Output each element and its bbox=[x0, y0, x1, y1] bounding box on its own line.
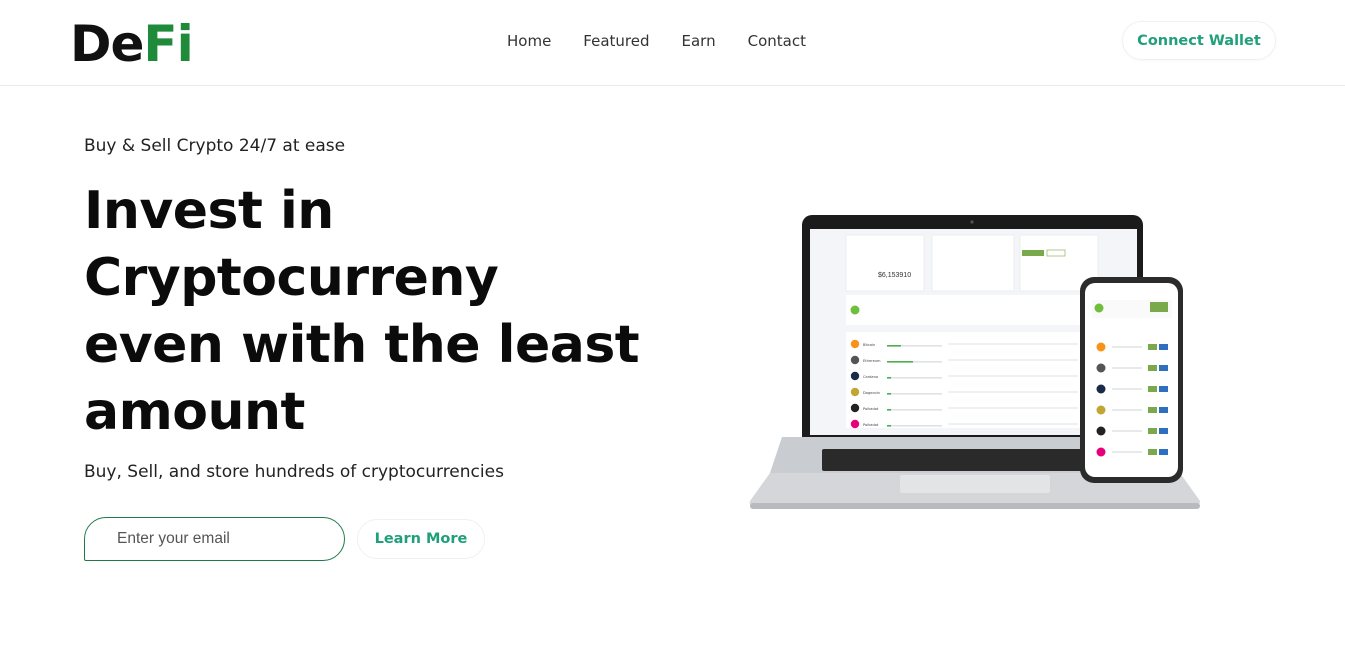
coin-icon bbox=[850, 355, 860, 365]
devices-illustration: $6,153910 Bitcoin Ethereum Cardano Dogecoin… bbox=[740, 205, 1210, 525]
coin-buy-button bbox=[1148, 344, 1157, 350]
site-header: DeFi Home Featured Earn Contact Connect … bbox=[0, 0, 1345, 86]
coin-bar-fill bbox=[887, 425, 891, 427]
logo[interactable]: DeFi bbox=[70, 14, 194, 74]
coin-sell-button bbox=[1159, 428, 1168, 434]
coin-row-data bbox=[1112, 451, 1142, 453]
coin-icon bbox=[850, 403, 860, 413]
coin-row-data bbox=[1112, 409, 1142, 411]
coin-bar-fill bbox=[887, 409, 891, 411]
logo-part-fi: Fi bbox=[143, 15, 193, 73]
coin-name: Cardano bbox=[863, 375, 878, 379]
coin-bar-track bbox=[887, 377, 942, 379]
coin-icon bbox=[1096, 384, 1106, 394]
coin-row-data bbox=[1112, 346, 1142, 348]
coin-row-data bbox=[948, 423, 1078, 425]
logo-part-de: De bbox=[70, 15, 144, 73]
coin-row-data bbox=[1112, 388, 1142, 390]
coin-name: Ethereum bbox=[863, 359, 881, 363]
coin-row-data bbox=[948, 375, 1078, 377]
coin-bar-fill bbox=[887, 345, 901, 347]
coin-icon bbox=[1096, 363, 1106, 373]
coin-icon bbox=[1096, 405, 1106, 415]
main-nav: Home Featured Earn Contact bbox=[507, 31, 838, 51]
coin-bar-track bbox=[887, 409, 942, 411]
coin-bar-track bbox=[887, 425, 942, 427]
coin-buy-button bbox=[1148, 407, 1157, 413]
coin-sell-button bbox=[1159, 344, 1168, 350]
coin-icon bbox=[1096, 426, 1106, 436]
coin-buy-button bbox=[1148, 449, 1157, 455]
coin-bar-fill bbox=[887, 393, 891, 395]
coin-icon bbox=[1096, 447, 1106, 457]
coin-sell-button bbox=[1159, 407, 1168, 413]
coin-buy-button bbox=[1148, 365, 1157, 371]
email-input[interactable] bbox=[84, 517, 345, 561]
connect-wallet-button[interactable]: Connect Wallet bbox=[1122, 21, 1276, 60]
coin-name: Bitcoin bbox=[863, 343, 875, 347]
coin-row-data bbox=[948, 391, 1078, 393]
coin-bar-track bbox=[887, 393, 942, 395]
nav-featured[interactable]: Featured bbox=[583, 31, 649, 51]
hero-subline: Buy, Sell, and store hundreds of cryptoc… bbox=[84, 462, 504, 482]
coin-icon bbox=[850, 419, 860, 429]
laptop-phone-image: $6,153910 Bitcoin Ethereum Cardano Dogecoin… bbox=[749, 215, 1200, 509]
coin-sell-button bbox=[1159, 386, 1168, 392]
coin-row-data bbox=[1112, 367, 1142, 369]
coin-name: Polkadot bbox=[863, 423, 879, 427]
coin-bar-fill bbox=[887, 377, 891, 379]
nav-earn[interactable]: Earn bbox=[682, 31, 716, 51]
learn-more-button[interactable]: Learn More bbox=[357, 519, 485, 559]
hero-headline: Invest in Cryptocurreny even with the le… bbox=[84, 181, 640, 442]
coin-sell-button bbox=[1159, 449, 1168, 455]
nav-contact[interactable]: Contact bbox=[748, 31, 806, 51]
coin-sell-button bbox=[1159, 365, 1168, 371]
coin-icon bbox=[850, 339, 860, 349]
coin-row-data bbox=[948, 359, 1078, 361]
coin-row-data bbox=[1112, 430, 1142, 432]
coin-icon bbox=[850, 371, 860, 381]
coin-row-data bbox=[948, 407, 1078, 409]
nav-home[interactable]: Home bbox=[507, 31, 551, 51]
coin-buy-button bbox=[1148, 428, 1157, 434]
coin-icon bbox=[850, 387, 860, 397]
coin-name: Polkadot bbox=[863, 407, 879, 411]
coin-icon bbox=[1096, 342, 1106, 352]
coin-bar-fill bbox=[887, 361, 913, 363]
portfolio-value: $6,153910 bbox=[878, 272, 911, 279]
coin-row-data bbox=[948, 343, 1078, 345]
coin-buy-button bbox=[1148, 386, 1157, 392]
coin-name: Dogecoin bbox=[863, 391, 880, 395]
hero-tagline: Buy & Sell Crypto 24/7 at ease bbox=[84, 136, 346, 156]
laptop-coin-table: Bitcoin Ethereum Cardano Dogecoin Polkadot Po… bbox=[846, 295, 1104, 429]
